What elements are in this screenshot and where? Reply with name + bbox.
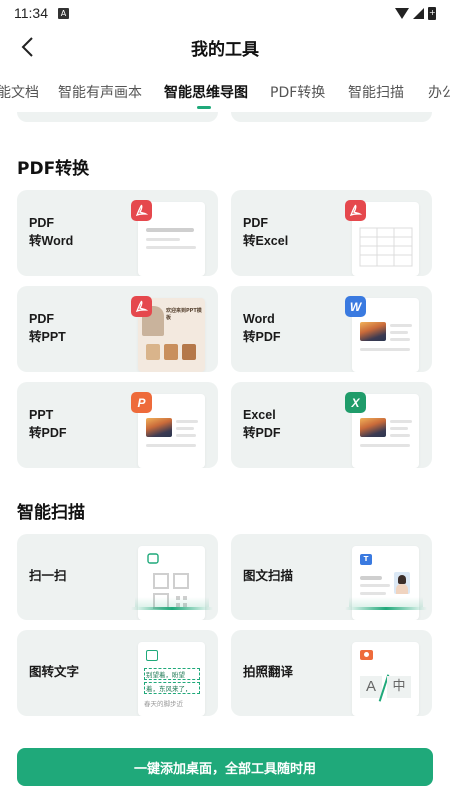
image-to-text-card[interactable]: 图转文字 别望着，盼望 着，东风来了， 春天的脚步近 — [17, 630, 218, 716]
card-label: PPT 转PDF — [29, 408, 67, 440]
pdf-icon — [345, 200, 366, 221]
ppt-thumb-title: 欢迎来到PPT模板 — [166, 308, 202, 321]
excel-to-pdf-card[interactable]: Excel 转PDF X — [231, 382, 432, 468]
scan-line — [345, 607, 427, 610]
card-label: 图文扫描 — [243, 569, 294, 583]
target-language: 中 — [387, 676, 411, 698]
pdf-to-word-card[interactable]: PDF 转Word — [17, 190, 218, 276]
card-label: PDF 转PPT — [29, 312, 66, 344]
notification-icon: A — [58, 7, 69, 19]
pdf-icon — [131, 200, 152, 221]
word-to-pdf-card[interactable]: Word 转PDF W — [231, 286, 432, 372]
ocr-sample-line: 别望着，盼望 — [144, 668, 200, 680]
source-language: A — [360, 676, 382, 698]
signal-icon — [413, 7, 424, 19]
status-bar: 11:34 A — [0, 0, 450, 26]
category-tabs: 能文档 智能有声画本 智能思维导图 PDF转换 智能扫描 办公 — [0, 74, 450, 110]
ocr-sample-line: 着，东风来了， — [144, 682, 200, 694]
card-label: 拍照翻译 — [243, 665, 294, 679]
excel-icon: X — [345, 392, 366, 413]
tab-audio-book[interactable]: 智能有声画本 — [58, 82, 142, 102]
pdf-to-ppt-card[interactable]: PDF 转PPT 欢迎来到PPT模板 — [17, 286, 218, 372]
tool-list: PDF转换 PDF 转Word PDF 转Excel PDF 转PPT 欢迎来到… — [0, 112, 450, 732]
tab-pdf-convert[interactable]: PDF转换 — [270, 82, 325, 102]
page-title: 我的工具 — [191, 39, 259, 60]
card-label: PDF 转Word — [29, 216, 74, 248]
ppt-icon: P — [131, 392, 152, 413]
image-text-scan-card[interactable]: 图文扫描 T — [231, 534, 432, 620]
card-label: 扫一扫 — [29, 569, 67, 583]
ocr-preview: 别望着，盼望 着，东风来了， 春天的脚步近 — [138, 642, 205, 716]
wifi-icon — [395, 7, 409, 19]
add-to-desktop-button[interactable]: 一键添加桌面，全部工具随时用 — [17, 748, 433, 786]
card-label: 图转文字 — [29, 665, 80, 679]
card-label: Word 转PDF — [243, 312, 281, 344]
status-icons — [395, 6, 436, 20]
translate-preview: A 中 — [352, 642, 419, 716]
active-tab-indicator — [197, 106, 211, 109]
back-button[interactable] — [12, 32, 42, 62]
partial-card[interactable] — [17, 112, 218, 122]
camera-icon — [360, 650, 373, 660]
tab-smart-docs[interactable]: 能文档 — [0, 82, 39, 102]
partial-card[interactable] — [231, 112, 432, 122]
card-label: Excel 转PDF — [243, 408, 281, 440]
battery-icon — [428, 6, 436, 20]
ocr-sample-line: 春天的脚步近 — [144, 700, 183, 708]
tab-smart-scan[interactable]: 智能扫描 — [348, 82, 404, 102]
scan-card[interactable]: 扫一扫 — [17, 534, 218, 620]
photo-translate-card[interactable]: 拍照翻译 A 中 — [231, 630, 432, 716]
pdf-to-excel-card[interactable]: PDF 转Excel — [231, 190, 432, 276]
section-title-scan: 智能扫描 — [17, 503, 85, 523]
card-label: PDF 转Excel — [243, 216, 289, 248]
tab-office[interactable]: 办公 — [428, 82, 450, 102]
chevron-left-icon — [21, 37, 33, 57]
pdf-icon — [131, 296, 152, 317]
word-icon: W — [345, 296, 366, 317]
tab-mind-map[interactable]: 智能思维导图 — [164, 82, 248, 102]
section-title-pdf: PDF转换 — [17, 159, 90, 179]
header: 我的工具 — [0, 28, 450, 66]
ppt-to-pdf-card[interactable]: PPT 转PDF P — [17, 382, 218, 468]
status-time: 11:34 — [14, 5, 48, 21]
scan-line — [131, 607, 213, 610]
